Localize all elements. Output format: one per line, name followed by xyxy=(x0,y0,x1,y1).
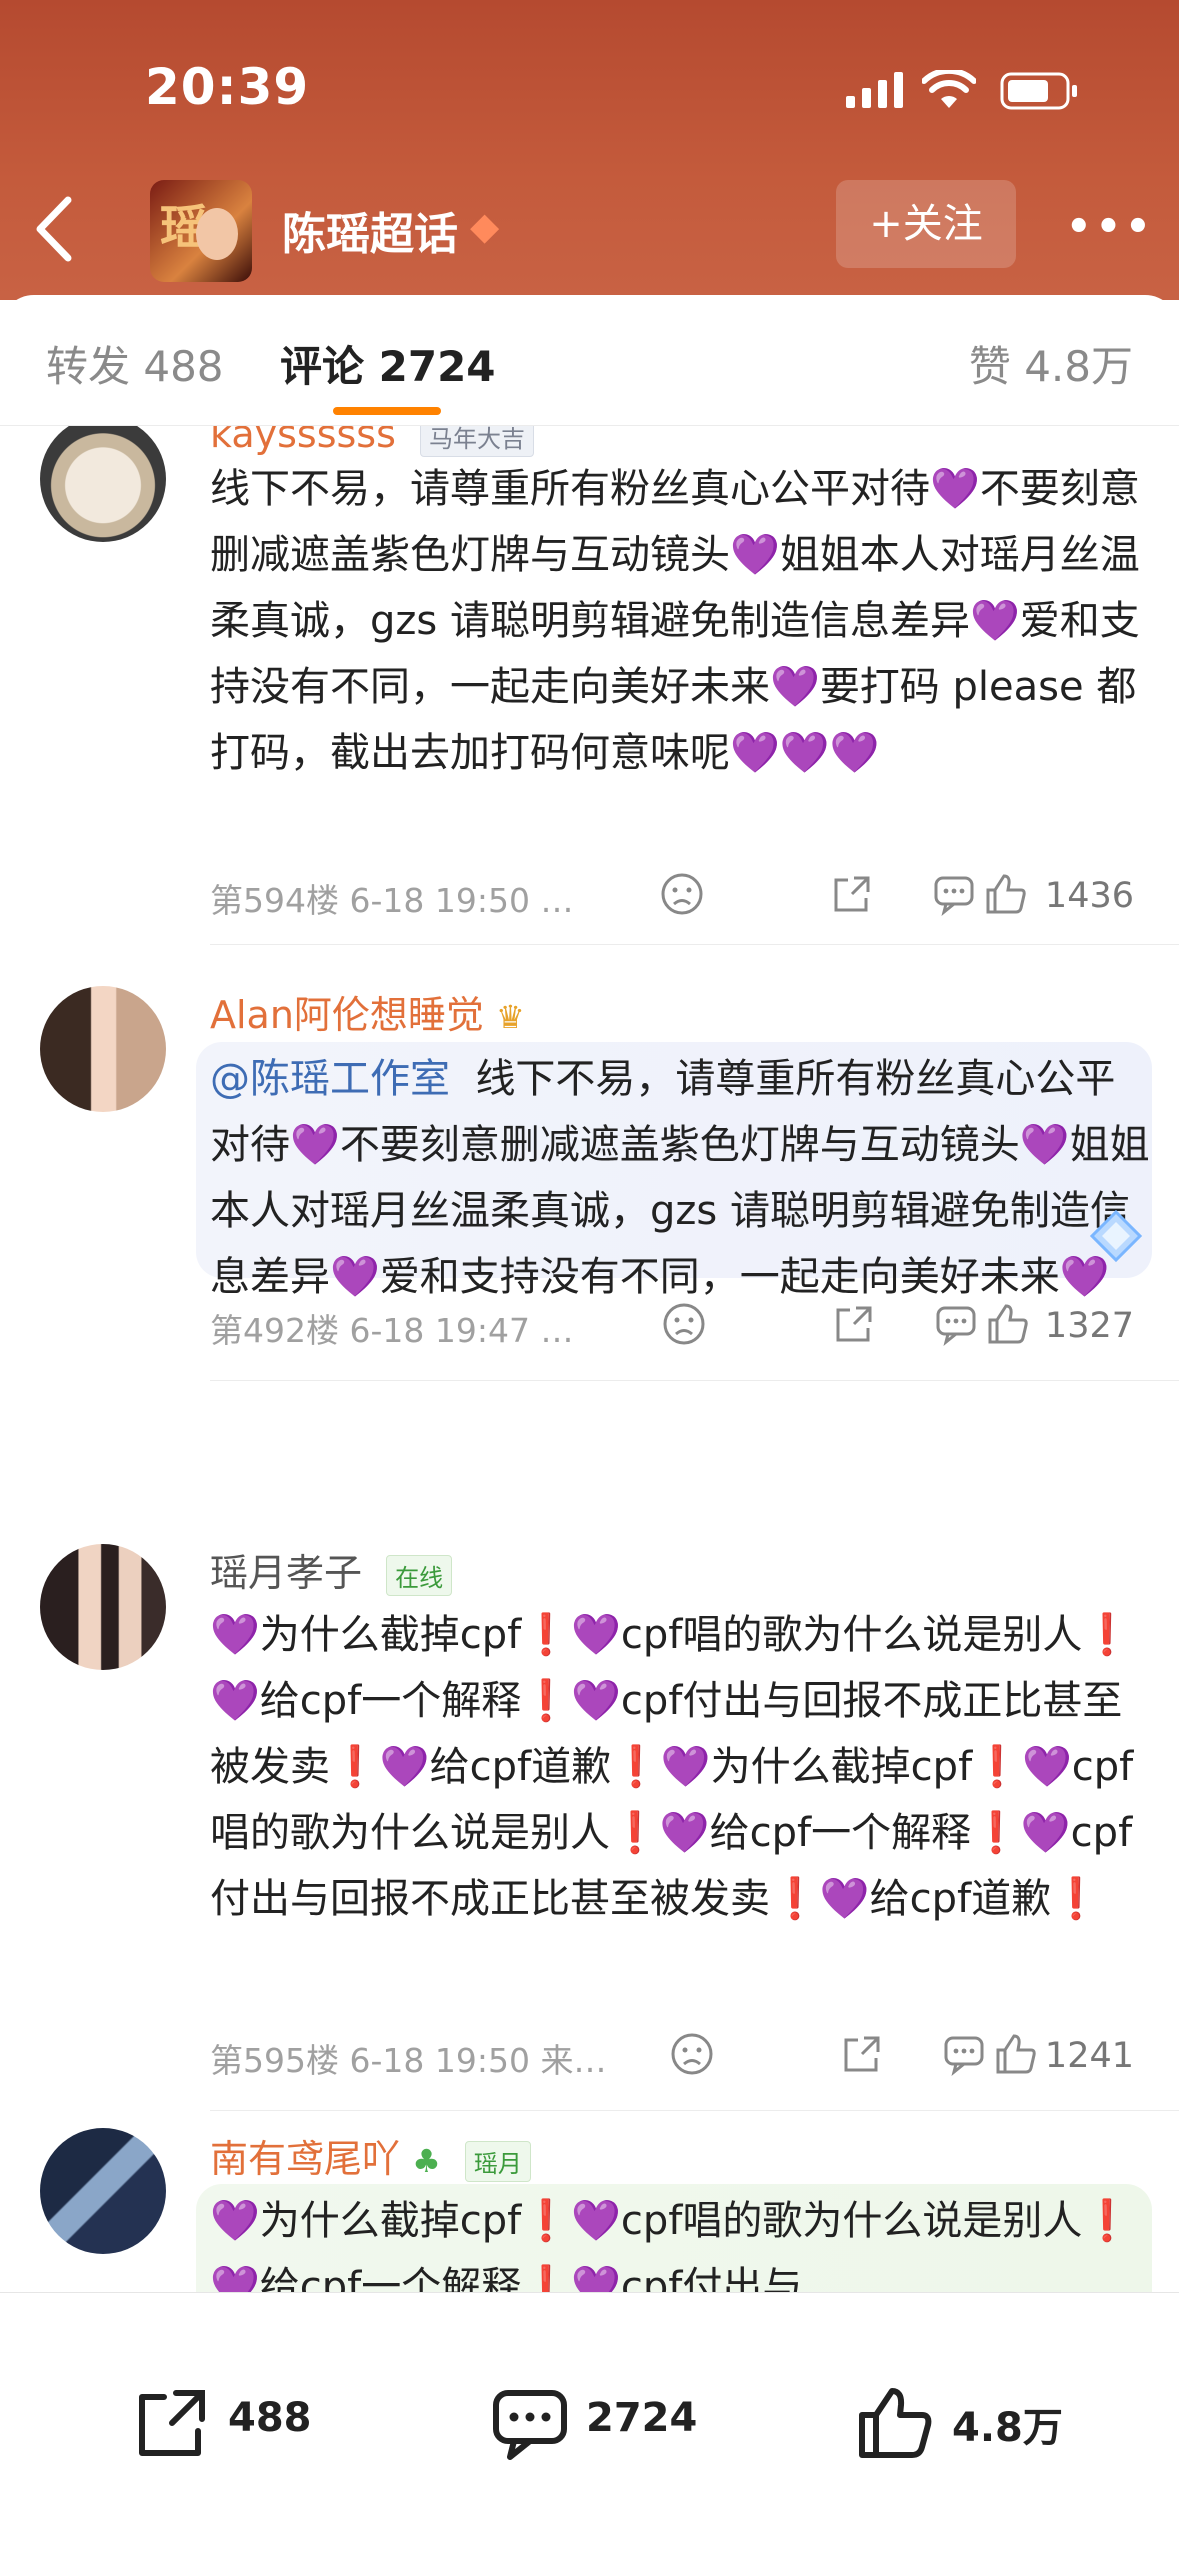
tab-likes[interactable]: 赞 4.8万 xyxy=(969,333,1133,394)
divider xyxy=(210,1380,1179,1381)
comment-actions: 1327 xyxy=(650,1302,1150,1352)
comment-text: 💜为什么截掉cpf❗💜cpf唱的歌为什么说是别人❗💜给cpf一个解释❗💜cpf付… xyxy=(210,2198,1133,2292)
more-icon[interactable]: ••• xyxy=(1066,204,1155,250)
purple-heart-emoji: 💜 xyxy=(969,598,1020,644)
repost-count: 488 xyxy=(228,2395,312,2441)
user-avatar[interactable] xyxy=(40,986,166,1112)
comment-actions: 1436 xyxy=(650,872,1150,922)
purple-heart-emoji: 💜 xyxy=(1019,1122,1070,1168)
wifi-icon xyxy=(922,70,976,108)
tab-reposts[interactable]: 转发 488 xyxy=(46,333,224,394)
topic-avatar-face xyxy=(196,208,238,260)
comment-meta: 第594楼 6-18 19:50 … xyxy=(210,881,574,920)
like-count: 1436 xyxy=(1044,876,1134,916)
online-badge: 在线 xyxy=(386,1555,453,1596)
level-gem-icon: ◆ xyxy=(470,204,500,248)
purple-heart-emoji: 💜 xyxy=(770,664,820,710)
share-icon[interactable] xyxy=(830,872,874,916)
share-icon[interactable] xyxy=(832,1302,876,1346)
battery-icon xyxy=(1000,72,1077,110)
like-thumb-icon[interactable] xyxy=(984,872,1028,916)
user-badge: 瑶月 xyxy=(464,2141,531,2182)
tab-comments[interactable]: 评论 2724 xyxy=(280,333,496,394)
like-count-total: 4.8万 xyxy=(952,2405,1063,2451)
reply-icon[interactable] xyxy=(934,1302,978,1346)
comment-action[interactable]: 2724 xyxy=(490,2383,697,2463)
purple-heart-emoji: 💜 xyxy=(290,1122,340,1168)
comment-actions: 1241 xyxy=(650,2032,1150,2082)
status-bar: 20:39 xyxy=(0,50,1179,130)
nav-bar: 瑶 陈瑶超话 ◆ +关注 ••• xyxy=(0,180,1179,282)
text-segment: 线下不易，请尊重所有粉丝真心公平对待 xyxy=(210,466,930,512)
comment-meta: 第492楼 6-18 19:47 … xyxy=(210,1311,574,1350)
text-segment: 不要刻意删减遮盖紫色灯牌与互动镜头 xyxy=(339,1122,1020,1168)
page-title[interactable]: 陈瑶超话 xyxy=(282,198,458,262)
dislike-face-icon[interactable] xyxy=(662,1302,706,1346)
username[interactable]: 南有鸢尾吖 ♣ 瑶月 xyxy=(210,2128,531,2183)
user-badge: 马年大吉 xyxy=(420,426,534,457)
comment-count: 2724 xyxy=(586,2395,698,2441)
mention-link[interactable]: @陈瑶工作室 xyxy=(210,1056,450,1102)
reply-icon[interactable] xyxy=(942,2032,986,2076)
comment-text: @陈瑶工作室 线下不易，请尊重所有粉丝真心公平对待💜不要刻意删减遮盖紫色灯牌与互… xyxy=(210,1046,1150,1310)
clover-icon: ♣ xyxy=(412,2142,441,2180)
username-text: kayssssss xyxy=(210,426,396,456)
comment-icon xyxy=(493,2390,567,2460)
purple-heart-emoji: 💜 xyxy=(330,1254,380,1300)
purple-heart-emoji: 💜 xyxy=(730,532,780,578)
dislike-face-icon[interactable] xyxy=(670,2032,714,2076)
back-arrow-icon[interactable] xyxy=(30,194,80,264)
like-action[interactable]: 4.8万 xyxy=(856,2383,1063,2463)
like-count: 1327 xyxy=(1044,1306,1134,1346)
repost-action[interactable]: 488 xyxy=(132,2383,312,2463)
user-avatar[interactable] xyxy=(40,2128,166,2254)
signal-icon xyxy=(846,72,903,108)
like-thumb-icon[interactable] xyxy=(986,1302,1030,1346)
text-segment: 爱和支持没有不同，一起走向美好未来 xyxy=(379,1254,1060,1300)
reply-icon[interactable] xyxy=(932,872,976,916)
username-text: Alan阿伦想睡觉 xyxy=(210,993,484,1037)
divider xyxy=(210,2110,1179,2111)
active-tab-indicator xyxy=(333,407,441,415)
username[interactable]: kayssssss 马年大吉 xyxy=(210,426,534,457)
comment-meta: 第595楼 6-18 19:50 来… xyxy=(210,2041,607,2080)
follow-button[interactable]: +关注 xyxy=(836,180,1016,268)
like-icon xyxy=(859,2388,932,2458)
username-text: 南有鸢尾吖 xyxy=(210,2137,401,2181)
username[interactable]: 瑶月孝子 在线 xyxy=(210,1542,453,1597)
username[interactable]: Alan阿伦想睡觉 ♛ xyxy=(210,984,525,1039)
bottom-action-bar: 488 2724 4.8万 xyxy=(0,2292,1179,2557)
header-background: 20:39 瑶 陈瑶超话 ◆ +关注 ••• xyxy=(0,0,1179,300)
repost-icon xyxy=(139,2390,205,2456)
comment-text: 💜为什么截掉cpf❗💜cpf唱的歌为什么说是别人❗💜给cpf一个解释❗💜cpf付… xyxy=(210,1612,1134,1922)
crown-icon: ♛ xyxy=(496,998,525,1036)
share-icon[interactable] xyxy=(840,2032,884,2076)
comment-text: 线下不易，请尊重所有粉丝真心公平对待💜不要刻意删减遮盖紫色灯牌与互动镜头💜姐姐本… xyxy=(210,456,1150,786)
purple-heart-emoji: 💜💜💜 xyxy=(730,730,880,776)
username-text: 瑶月孝子 xyxy=(210,1551,363,1595)
user-avatar[interactable] xyxy=(40,1544,166,1670)
diamond-decoration-icon xyxy=(1089,1209,1143,1263)
purple-heart-emoji: 💜 xyxy=(930,466,980,512)
status-time: 20:39 xyxy=(145,58,310,116)
topic-avatar[interactable]: 瑶 xyxy=(150,180,252,282)
like-thumb-icon[interactable] xyxy=(994,2032,1038,2076)
user-avatar[interactable] xyxy=(40,426,166,542)
comment-list: kayssssss 马年大吉 线下不易，请尊重所有粉丝真心公平对待💜不要刻意删减… xyxy=(0,426,1179,2292)
dislike-face-icon[interactable] xyxy=(660,872,704,916)
tab-bar: 转发 488 评论 2724 赞 4.8万 xyxy=(0,295,1179,426)
divider xyxy=(210,944,1179,945)
like-count: 1241 xyxy=(1044,2036,1134,2076)
